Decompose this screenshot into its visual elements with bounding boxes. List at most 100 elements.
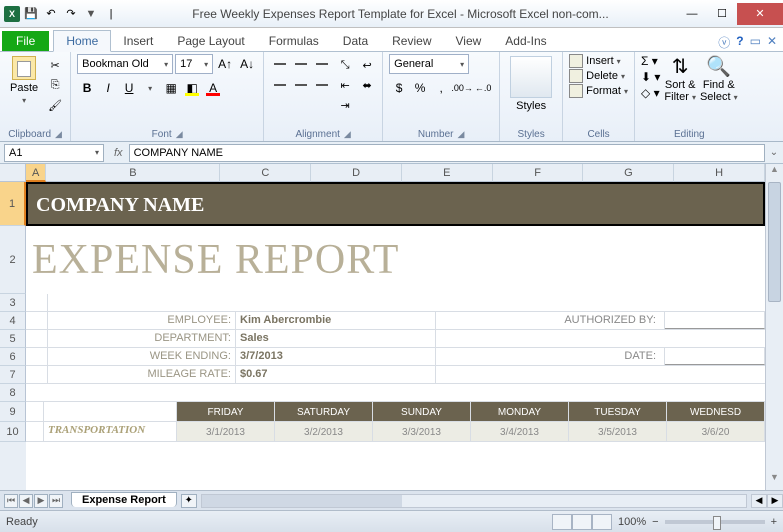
excel-icon[interactable]: X (4, 6, 20, 22)
tab-page-layout[interactable]: Page Layout (165, 31, 256, 51)
delete-cells-button[interactable]: Delete▾ (569, 69, 628, 83)
comma-format-icon[interactable]: , (431, 78, 451, 98)
col-header-F[interactable]: F (493, 164, 584, 182)
format-painter-icon[interactable]: 🖌 (46, 96, 64, 114)
day-date[interactable]: 3/4/2013 (471, 422, 569, 441)
label-date[interactable]: DATE: (436, 348, 665, 365)
select-all-button[interactable] (0, 164, 26, 182)
fx-icon[interactable]: fx (108, 147, 129, 159)
expense-report-title[interactable]: EXPENSE REPORT (26, 226, 765, 294)
value-mileage-rate[interactable]: $0.67 (236, 366, 436, 383)
underline-dropdown-icon[interactable]: ▾ (140, 78, 160, 98)
row-header-9[interactable]: 9 (0, 402, 26, 422)
tab-formulas[interactable]: Formulas (257, 31, 331, 51)
tab-home[interactable]: Home (53, 30, 111, 52)
zoom-slider[interactable] (665, 520, 765, 524)
day-header[interactable]: SUNDAY (373, 402, 471, 421)
label-employee[interactable]: EMPLOYEE: (48, 312, 236, 329)
minimize-ribbon-icon[interactable]: ⓥ (718, 34, 730, 51)
tab-next-icon[interactable]: ▶ (34, 494, 48, 508)
restore-window-icon[interactable]: ▭ (750, 34, 761, 51)
increase-font-icon[interactable]: A↑ (215, 54, 235, 74)
scroll-up-icon[interactable]: ▲ (766, 164, 783, 182)
align-left-icon[interactable] (270, 75, 290, 95)
merge-center-icon[interactable]: ⬌ (358, 76, 376, 94)
increase-indent-icon[interactable]: ⇥ (336, 96, 354, 114)
tab-insert[interactable]: Insert (111, 31, 165, 51)
number-launcher-icon[interactable]: ◢ (457, 129, 464, 140)
col-header-D[interactable]: D (311, 164, 402, 182)
col-header-E[interactable]: E (402, 164, 493, 182)
decrease-font-icon[interactable]: A↓ (237, 54, 257, 74)
normal-view-icon[interactable] (552, 514, 572, 530)
new-sheet-icon[interactable]: ✦ (181, 494, 197, 508)
align-top-icon[interactable] (270, 54, 290, 74)
day-date[interactable]: 3/6/20 (667, 422, 765, 441)
alignment-launcher-icon[interactable]: ◢ (344, 129, 351, 140)
increase-decimal-icon[interactable]: .00→ (452, 78, 472, 98)
minimize-button[interactable]: — (677, 3, 707, 25)
tab-view[interactable]: View (444, 31, 494, 51)
zoom-in-icon[interactable]: + (771, 516, 777, 528)
align-right-icon[interactable] (312, 75, 332, 95)
underline-button[interactable]: U (119, 78, 139, 98)
cell-styles-button[interactable]: Styles (506, 54, 556, 114)
col-header-B[interactable]: B (46, 164, 220, 182)
scroll-thumb[interactable] (768, 182, 781, 302)
fill-color-icon[interactable]: ◧ (182, 78, 202, 98)
label-department[interactable]: DEPARTMENT: (48, 330, 236, 347)
tab-review[interactable]: Review (380, 31, 443, 51)
copy-icon[interactable]: ⎘ (46, 76, 64, 94)
maximize-button[interactable]: ☐ (707, 3, 737, 25)
borders-icon[interactable]: ▦ (161, 78, 181, 98)
row-header-5[interactable]: 5 (0, 330, 26, 348)
tab-data[interactable]: Data (331, 31, 380, 51)
day-header[interactable]: WEDNESD (667, 402, 765, 421)
value-authorized-by[interactable] (665, 312, 765, 329)
day-date[interactable]: 3/1/2013 (177, 422, 275, 441)
name-box[interactable]: A1▾ (4, 144, 104, 162)
value-date[interactable] (665, 348, 765, 365)
label-mileage-rate[interactable]: MILEAGE RATE: (48, 366, 236, 383)
save-icon[interactable]: 💾 (22, 5, 40, 23)
orientation-icon[interactable]: ⤡ (336, 56, 354, 74)
hscroll-thumb[interactable] (202, 495, 402, 507)
day-header[interactable]: FRIDAY (177, 402, 275, 421)
font-size-combo[interactable]: 17▾ (175, 54, 213, 74)
vertical-scrollbar[interactable]: ▲ ▼ (765, 164, 783, 490)
clipboard-launcher-icon[interactable]: ◢ (55, 129, 62, 140)
day-header[interactable]: SATURDAY (275, 402, 373, 421)
fill-icon[interactable]: ⬇ ▾ (641, 70, 660, 84)
company-name-cell[interactable]: COMPANY NAME (26, 182, 765, 226)
percent-format-icon[interactable]: % (410, 78, 430, 98)
label-week-ending[interactable]: WEEK ENDING: (48, 348, 236, 365)
accounting-format-icon[interactable]: $ (389, 78, 409, 98)
value-week-ending[interactable]: 3/7/2013 (236, 348, 436, 365)
paste-button[interactable]: Paste ▾ (6, 54, 42, 107)
col-header-A[interactable]: A (26, 164, 46, 182)
row-header-10[interactable]: 10 (0, 422, 26, 442)
close-workbook-icon[interactable]: ✕ (767, 34, 777, 51)
expand-formula-bar-icon[interactable]: ⌄ (765, 147, 783, 158)
undo-icon[interactable]: ↶ (42, 5, 60, 23)
grid[interactable]: COMPANY NAME EXPENSE REPORT EMPLOYEE: Ki… (26, 182, 765, 490)
col-header-H[interactable]: H (674, 164, 765, 182)
font-color-icon[interactable]: A (203, 78, 223, 98)
file-tab[interactable]: File (2, 31, 49, 51)
decrease-indent-icon[interactable]: ⇤ (336, 76, 354, 94)
clear-icon[interactable]: ◇ ▾ (641, 86, 660, 100)
align-center-icon[interactable] (291, 75, 311, 95)
zoom-out-icon[interactable]: − (652, 516, 658, 528)
horizontal-scrollbar[interactable] (201, 494, 747, 508)
label-authorized-by[interactable]: AUTHORIZED BY: (436, 312, 665, 329)
paste-dropdown-icon[interactable]: ▾ (22, 96, 26, 105)
page-break-view-icon[interactable] (592, 514, 612, 530)
zoom-level[interactable]: 100% (618, 516, 646, 528)
row-header-2[interactable]: 2 (0, 226, 26, 294)
wrap-text-icon[interactable]: ↩ (358, 56, 376, 74)
hscroll-right-icon[interactable]: ▶ (767, 494, 783, 508)
insert-cells-button[interactable]: Insert▾ (569, 54, 628, 68)
align-middle-icon[interactable] (291, 54, 311, 74)
section-transportation[interactable]: TRANSPORTATION (44, 422, 177, 441)
day-header[interactable]: TUESDAY (569, 402, 667, 421)
